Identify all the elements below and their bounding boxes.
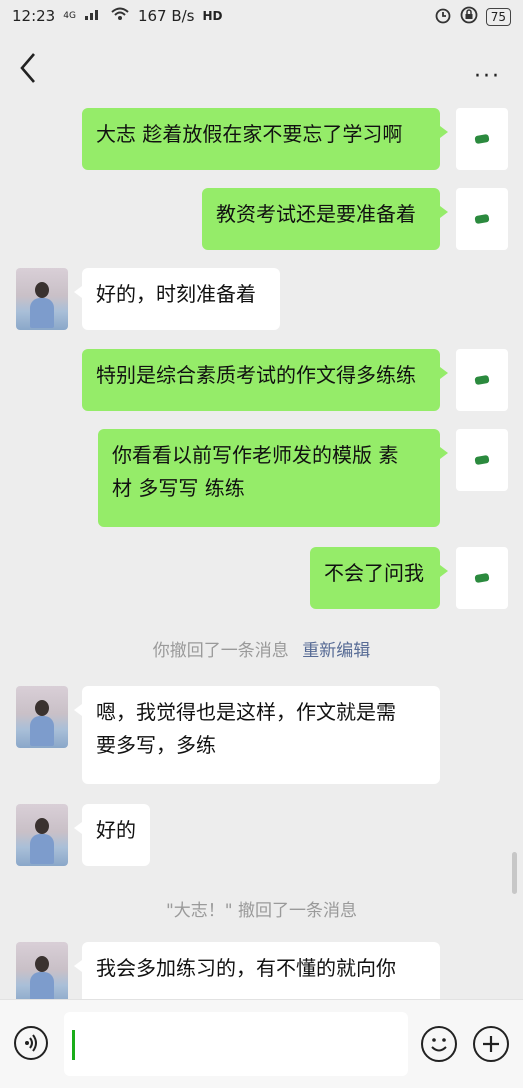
message-text-line: 要多写，多练 — [96, 733, 216, 757]
avatar-image — [474, 572, 490, 584]
network-label: 4G — [63, 11, 76, 21]
received-message[interactable]: 好的 — [74, 804, 150, 866]
received-message[interactable]: 好的，时刻准备着 — [74, 268, 280, 330]
contact-avatar[interactable] — [16, 268, 68, 330]
avatar-head — [35, 956, 49, 972]
emoji-button[interactable] — [421, 1026, 457, 1062]
recall-notice: 你撤回了一条消息 重新编辑 — [0, 636, 523, 661]
avatar-image — [474, 454, 490, 466]
wifi-icon — [110, 7, 130, 25]
chat-header: ··· — [0, 34, 523, 104]
message-text: 教资考试还是要准备着 — [216, 202, 416, 226]
message-text: 好的 — [96, 818, 136, 842]
message-text: 特别是综合素质考试的作文得多练练 — [96, 363, 416, 387]
avatar-head — [35, 700, 49, 716]
input-bar — [0, 999, 523, 1088]
more-button[interactable]: ··· — [474, 64, 501, 89]
avatar-image — [474, 374, 490, 386]
lock-icon — [460, 6, 478, 28]
hd-badge: HD — [202, 9, 223, 23]
chat-area[interactable]: 大志 趁着放假在家不要忘了学习啊 教资考试还是要准备着 好的，时刻准备着 特别是… — [0, 104, 523, 999]
my-avatar[interactable] — [456, 349, 508, 411]
avatar-body — [30, 298, 54, 328]
sent-message[interactable]: 特别是综合素质考试的作文得多练练 — [82, 349, 448, 411]
avatar-image — [474, 213, 490, 225]
back-button[interactable] — [16, 50, 42, 86]
message-text: 大志 趁着放假在家不要忘了学习啊 — [96, 122, 403, 146]
clock: 12:23 — [12, 7, 56, 25]
message-text: 不会了问我 — [324, 561, 424, 585]
avatar-body — [30, 834, 54, 864]
text-cursor — [72, 1030, 75, 1060]
voice-button[interactable] — [14, 1026, 48, 1060]
voice-icon — [25, 1034, 37, 1052]
sent-message[interactable]: 不会了问我 — [310, 547, 448, 609]
my-avatar[interactable] — [456, 108, 508, 170]
recall-notice: "大志！" 撤回了一条消息 — [0, 896, 523, 921]
my-avatar[interactable] — [456, 429, 508, 491]
contact-avatar[interactable] — [16, 804, 68, 866]
avatar-head — [35, 282, 49, 298]
my-avatar[interactable] — [456, 547, 508, 609]
message-text: 好的，时刻准备着 — [96, 282, 256, 306]
system-text: "大志！" 撤回了一条消息 — [165, 901, 358, 921]
plus-button[interactable] — [473, 1026, 509, 1062]
network-speed: 167 B/s — [137, 7, 195, 25]
message-text: 我会多加练习的，有不懂的就向你 — [96, 956, 396, 980]
avatar-image — [474, 133, 490, 145]
re-edit-link[interactable]: 重新编辑 — [302, 641, 370, 661]
avatar-body — [30, 972, 54, 999]
message-text-line: 你看看以前写作老师发的模版 素 — [112, 443, 399, 467]
sent-message[interactable]: 你看看以前写作老师发的模版 素 材 多写写 练练 — [98, 429, 448, 527]
message-input[interactable] — [64, 1012, 408, 1076]
battery-indicator: 75 — [485, 8, 511, 26]
alarm-icon — [434, 6, 452, 28]
chevron-left-icon — [20, 53, 35, 83]
contact-avatar[interactable] — [16, 942, 68, 999]
avatar-head — [35, 818, 49, 834]
my-avatar[interactable] — [456, 188, 508, 250]
received-message[interactable]: 嗯，我觉得也是这样，作文就是需 要多写，多练 — [74, 686, 440, 784]
plus-icon — [483, 1036, 499, 1052]
scrollbar[interactable] — [512, 852, 517, 894]
avatar-body — [30, 716, 54, 746]
signal-icon — [84, 7, 102, 25]
system-text: 你撤回了一条消息 — [152, 641, 289, 661]
message-text-line: 嗯，我觉得也是这样，作文就是需 — [96, 700, 396, 724]
emoji-icon — [431, 1038, 447, 1052]
status-bar: 12:23 4G 167 B/s HD 75 — [0, 0, 523, 34]
contact-avatar[interactable] — [16, 686, 68, 748]
received-message[interactable]: 我会多加练习的，有不懂的就向你 — [74, 942, 440, 999]
sent-message[interactable]: 大志 趁着放假在家不要忘了学习啊 — [82, 108, 448, 170]
sent-message[interactable]: 教资考试还是要准备着 — [202, 188, 448, 250]
message-text-line: 材 多写写 练练 — [112, 476, 245, 500]
